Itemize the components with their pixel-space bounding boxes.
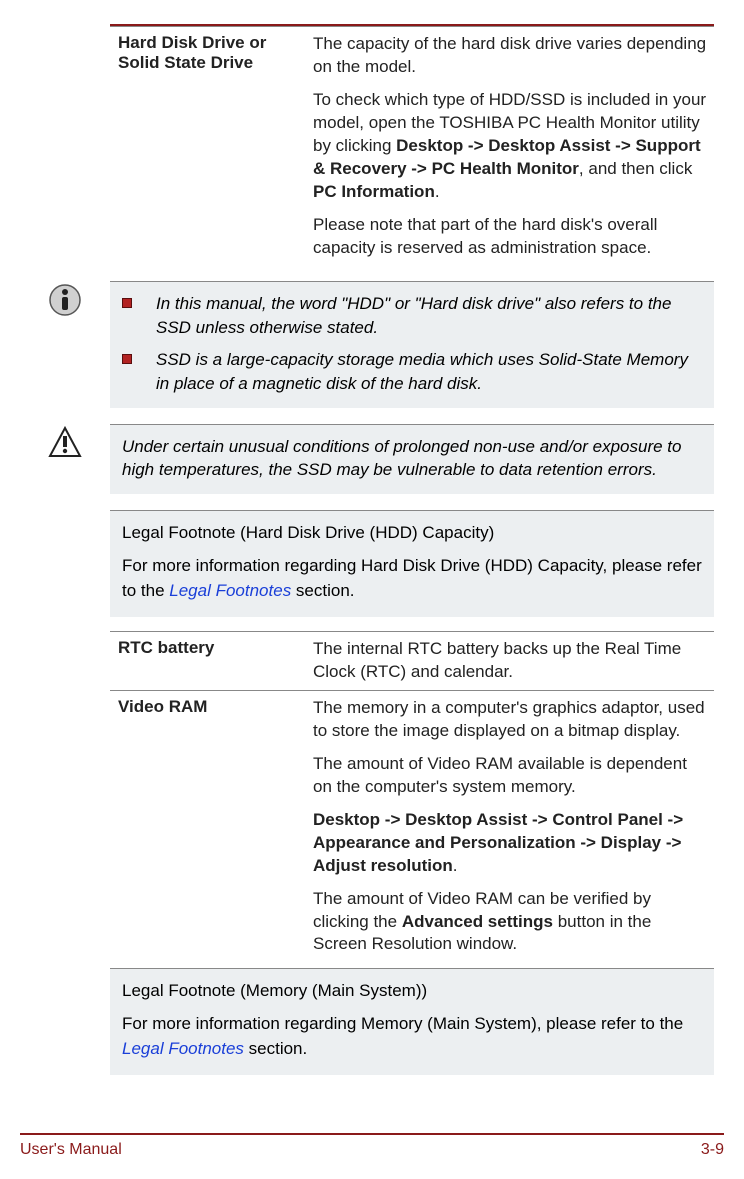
info-callout: In this manual, the word "HDD" or "Hard … — [48, 281, 714, 407]
spec-label: Hard Disk Drive or Solid State Drive — [110, 27, 305, 266]
paragraph: The capacity of the hard disk drive vari… — [313, 33, 708, 79]
table-row: Video RAM The memory in a computer's gra… — [110, 691, 714, 963]
paragraph: To check which type of HDD/SSD is includ… — [313, 89, 708, 204]
spec-desc: The memory in a computer's graphics adap… — [305, 691, 714, 963]
bullet-icon — [122, 298, 132, 308]
paragraph: Desktop -> Desktop Assist -> Control Pan… — [313, 809, 708, 878]
spec-label: Video RAM — [110, 691, 305, 963]
warning-icon — [48, 426, 82, 460]
table-row: Hard Disk Drive or Solid State Drive The… — [110, 27, 714, 266]
spec-desc: The capacity of the hard disk drive vari… — [305, 27, 714, 266]
page-footer: User's Manual 3-9 — [20, 1133, 724, 1159]
legal-title: Legal Footnote (Memory (Main System)) — [122, 979, 702, 1004]
info-body: In this manual, the word "HDD" or "Hard … — [110, 281, 714, 407]
table-row: RTC battery The internal RTC battery bac… — [110, 632, 714, 691]
footer-right: 3-9 — [701, 1141, 724, 1159]
spec-table-2: RTC battery The internal RTC battery bac… — [110, 631, 714, 962]
legal-section-1: Legal Footnote (Hard Disk Drive (HDD) Ca… — [110, 510, 714, 1075]
legal-box: Legal Footnote (Hard Disk Drive (HDD) Ca… — [110, 510, 714, 617]
paragraph: The internal RTC battery backs up the Re… — [313, 638, 708, 684]
paragraph: The memory in a computer's graphics adap… — [313, 697, 708, 743]
footer-left: User's Manual — [20, 1141, 122, 1159]
list-item: In this manual, the word "HDD" or "Hard … — [122, 292, 702, 340]
paragraph: Please note that part of the hard disk's… — [313, 214, 708, 260]
warning-body: Under certain unusual conditions of prol… — [110, 424, 714, 495]
warn-icon-col — [48, 424, 110, 495]
main-content: Hard Disk Drive or Solid State Drive The… — [110, 24, 714, 265]
spec-table-1: Hard Disk Drive or Solid State Drive The… — [110, 26, 714, 265]
legal-box: Legal Footnote (Memory (Main System)) Fo… — [110, 968, 714, 1075]
legal-text: For more information regarding Memory (M… — [122, 1012, 702, 1061]
warning-callout: Under certain unusual conditions of prol… — [48, 424, 714, 495]
paragraph: The amount of Video RAM can be verified … — [313, 888, 708, 957]
info-icon-col — [48, 281, 110, 407]
legal-text: For more information regarding Hard Disk… — [122, 554, 702, 603]
list-item: SSD is a large-capacity storage media wh… — [122, 348, 702, 396]
bullet-icon — [122, 354, 132, 364]
info-list: In this manual, the word "HDD" or "Hard … — [122, 292, 702, 395]
info-icon — [48, 283, 82, 317]
page: Hard Disk Drive or Solid State Drive The… — [0, 0, 744, 1179]
spec-desc: The internal RTC battery backs up the Re… — [305, 632, 714, 691]
legal-footnotes-link[interactable]: Legal Footnotes — [169, 581, 291, 600]
paragraph: The amount of Video RAM available is dep… — [313, 753, 708, 799]
legal-footnotes-link[interactable]: Legal Footnotes — [122, 1039, 244, 1058]
spec-label: RTC battery — [110, 632, 305, 691]
legal-title: Legal Footnote (Hard Disk Drive (HDD) Ca… — [122, 521, 702, 546]
